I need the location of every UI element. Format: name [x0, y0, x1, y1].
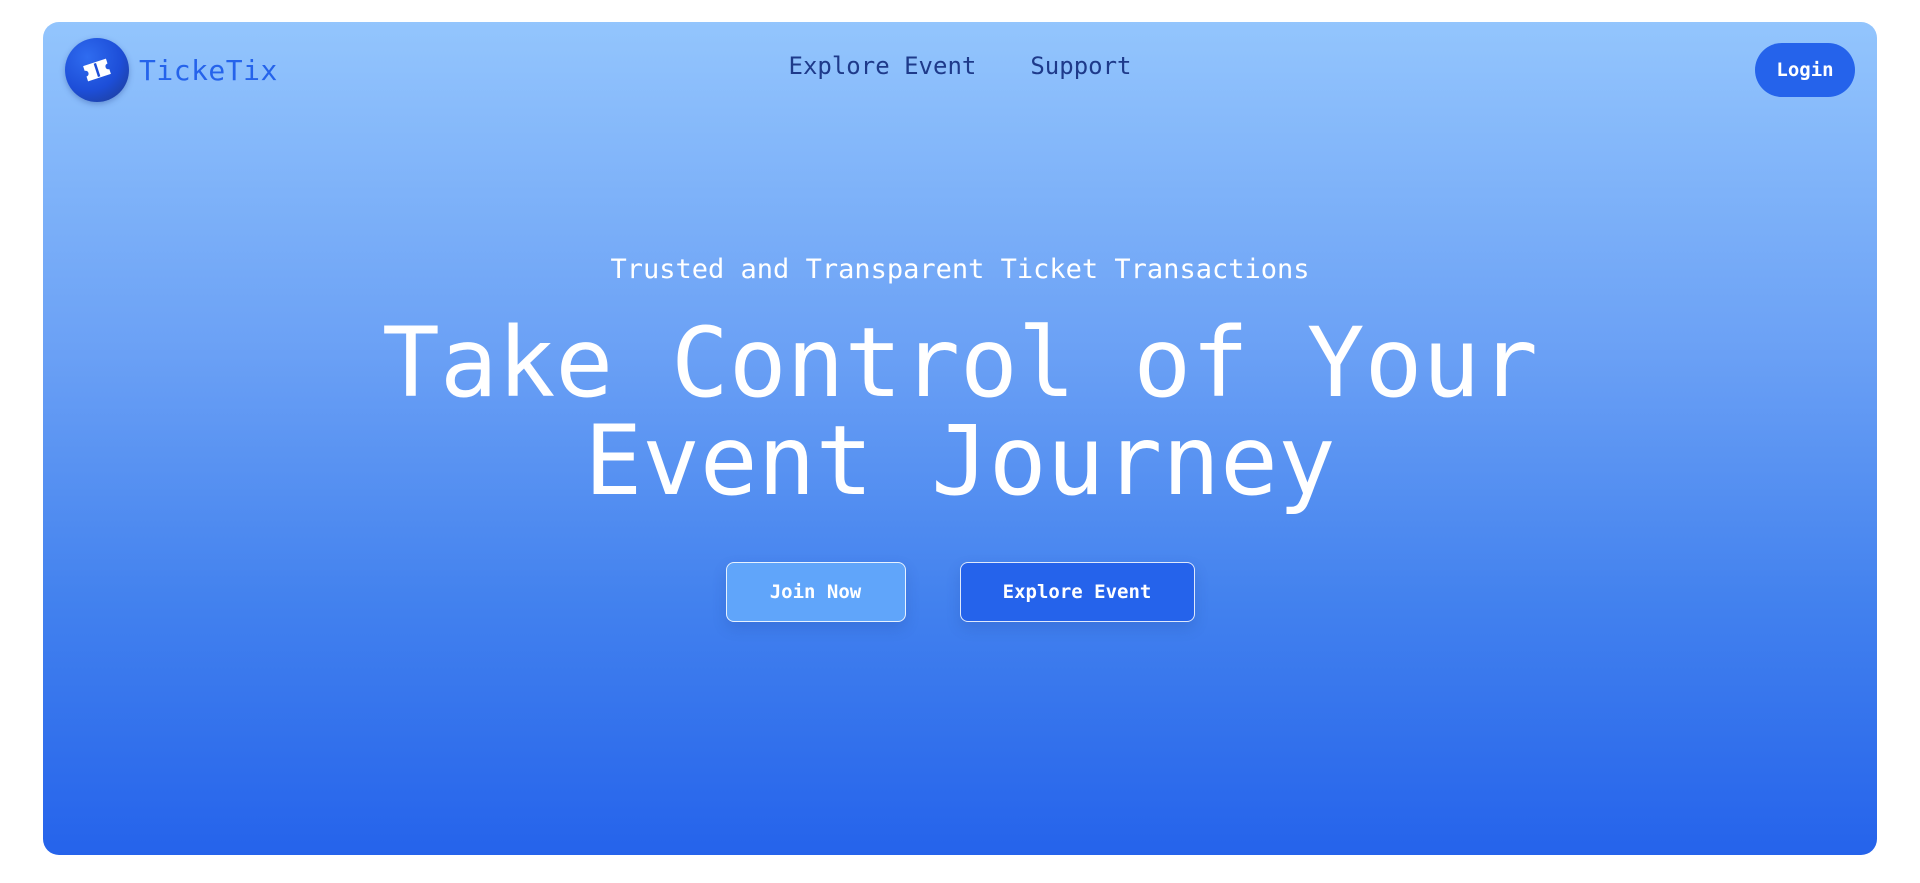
nav-support[interactable]: Support — [1030, 52, 1131, 80]
join-now-button[interactable]: Join Now — [725, 562, 906, 622]
login-button[interactable]: Login — [1755, 43, 1855, 97]
headline-line-1: Take Control of Your — [382, 307, 1538, 419]
cta-group: Join Now Explore Event — [43, 562, 1877, 622]
hero-tagline: Trusted and Transparent Ticket Transacti… — [610, 254, 1310, 285]
nav-explore-event[interactable]: Explore Event — [789, 52, 977, 80]
main-nav: Explore Event Support — [43, 52, 1877, 80]
headline-line-2: Event Journey — [584, 405, 1336, 517]
hero-section: TickeTix Explore Event Support Login Tru… — [43, 22, 1877, 855]
explore-event-button[interactable]: Explore Event — [959, 562, 1195, 622]
hero-headline: Take Control of Your Event Journey — [43, 314, 1877, 510]
